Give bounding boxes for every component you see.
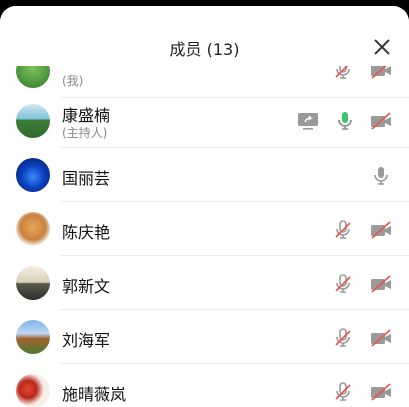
member-role: (我) bbox=[62, 74, 84, 88]
member-name: 刘海军 bbox=[62, 331, 111, 350]
members-sheet: (我) 康盛楠 (主持人) 国丽芸 陈庆艳 郭新文 刘海军 施晴薇岚 成员 (1… bbox=[0, 6, 409, 407]
member-name: 陈庆艳 bbox=[62, 223, 111, 242]
camera-off-icon[interactable] bbox=[369, 109, 393, 133]
screen-share-icon[interactable] bbox=[296, 109, 320, 133]
member-row[interactable]: 陈庆艳 bbox=[0, 202, 409, 256]
camera-off-icon[interactable] bbox=[369, 380, 393, 404]
mic-muted-icon[interactable] bbox=[331, 218, 355, 242]
camera-off-icon[interactable] bbox=[369, 218, 393, 242]
member-row[interactable]: 国丽芸 bbox=[0, 148, 409, 202]
camera-off-icon[interactable] bbox=[369, 326, 393, 350]
close-icon[interactable] bbox=[371, 36, 393, 58]
mic-muted-icon[interactable] bbox=[331, 272, 355, 296]
member-name: 施晴薇岚 bbox=[62, 385, 127, 404]
member-name: 康盛楠 bbox=[62, 106, 111, 125]
mic-active-icon[interactable] bbox=[333, 109, 357, 133]
avatar bbox=[16, 212, 50, 246]
member-row-host[interactable]: 康盛楠 (主持人) bbox=[0, 94, 409, 148]
camera-off-icon[interactable] bbox=[369, 272, 393, 296]
member-row[interactable]: 施晴薇岚 bbox=[0, 364, 409, 407]
member-name: 郭新文 bbox=[62, 277, 111, 296]
mic-muted-icon[interactable] bbox=[331, 326, 355, 350]
page-title: 成员 (13) bbox=[169, 40, 240, 59]
mic-muted-icon[interactable] bbox=[331, 380, 355, 404]
member-name: 国丽芸 bbox=[62, 169, 111, 188]
avatar bbox=[16, 104, 50, 138]
avatar bbox=[16, 266, 50, 300]
avatar bbox=[16, 374, 50, 407]
avatar bbox=[16, 158, 50, 192]
avatar bbox=[16, 320, 50, 354]
member-row[interactable]: 郭新文 bbox=[0, 256, 409, 310]
sheet-header: 成员 (13) bbox=[0, 6, 409, 66]
mic-icon[interactable] bbox=[369, 164, 393, 188]
member-role: (主持人) bbox=[62, 126, 108, 140]
member-row[interactable]: 刘海军 bbox=[0, 310, 409, 364]
